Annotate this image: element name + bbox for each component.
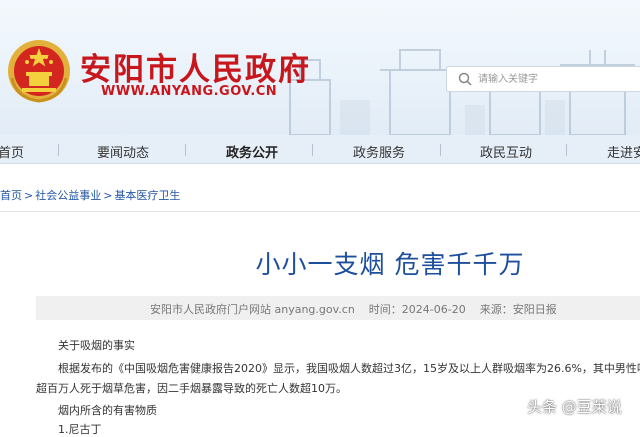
- source-watermark: 头条 @豆莱说: [527, 398, 622, 416]
- breadcrumb-public-welfare[interactable]: 社会公益事业: [35, 189, 101, 202]
- breadcrumb: 首页 > 社会公益事业 > 基本医疗卫生: [0, 187, 180, 203]
- breadcrumb-separator: >: [103, 189, 113, 202]
- nav-divider: [185, 144, 186, 156]
- nav-divider: [58, 144, 59, 156]
- search-icon[interactable]: [457, 71, 473, 87]
- main-nav: 首页 要闻动态 政务公开 政务服务 政民互动 走进安阳: [0, 135, 640, 164]
- list-item-nicotine: 1.尼古丁: [58, 423, 102, 436]
- site-title[interactable]: 安阳市人民政府: [80, 44, 311, 89]
- breadcrumb-separator: >: [24, 189, 34, 202]
- section-heading-harmful: 烟内所含的有害物质: [58, 404, 157, 417]
- nav-item-services[interactable]: 政务服务: [353, 142, 405, 161]
- article-paragraph-continued: 超百万人死于烟草危害，因二手烟暴露导致的死亡人数超10万。: [36, 382, 347, 395]
- nav-divider: [440, 144, 441, 156]
- nav-item-interaction[interactable]: 政民互动: [480, 142, 532, 161]
- article-date: 时间：2024-06-20: [368, 303, 466, 316]
- site-domain: WWW.ANYANG.GOV.CN: [101, 84, 278, 99]
- nav-divider: [312, 144, 313, 156]
- article-source: 安阳市人民政府门户网站 anyang.gov.cn: [150, 303, 355, 316]
- site-header: 安阳市人民政府 WWW.ANYANG.GOV.CN: [0, 0, 640, 135]
- nav-item-about[interactable]: 走进安阳: [607, 142, 640, 161]
- search-input[interactable]: [478, 70, 628, 88]
- article-paragraph: 根据发布的《中国吸烟危害健康报告2020》显示，我国吸烟人数超过3亿，15岁及以…: [58, 362, 640, 375]
- breadcrumb-divider: [0, 211, 640, 212]
- national-emblem-icon: [8, 40, 70, 103]
- nav-item-gov-affairs[interactable]: 政务公开: [226, 142, 278, 161]
- section-heading-facts: 关于吸烟的事实: [58, 339, 135, 352]
- breadcrumb-home[interactable]: 首页: [0, 189, 22, 202]
- nav-divider: [566, 144, 567, 156]
- article-title: 小小一支烟 危害千千万: [255, 250, 525, 279]
- nav-item-news[interactable]: 要闻动态: [97, 142, 149, 161]
- article-origin: 来源：安阳日报: [479, 303, 557, 316]
- article-meta: 安阳市人民政府门户网站 anyang.gov.cn 时间：2024-06-20 来源…: [150, 301, 571, 317]
- nav-item-home[interactable]: 首页: [0, 142, 24, 161]
- breadcrumb-medical[interactable]: 基本医疗卫生: [114, 189, 180, 202]
